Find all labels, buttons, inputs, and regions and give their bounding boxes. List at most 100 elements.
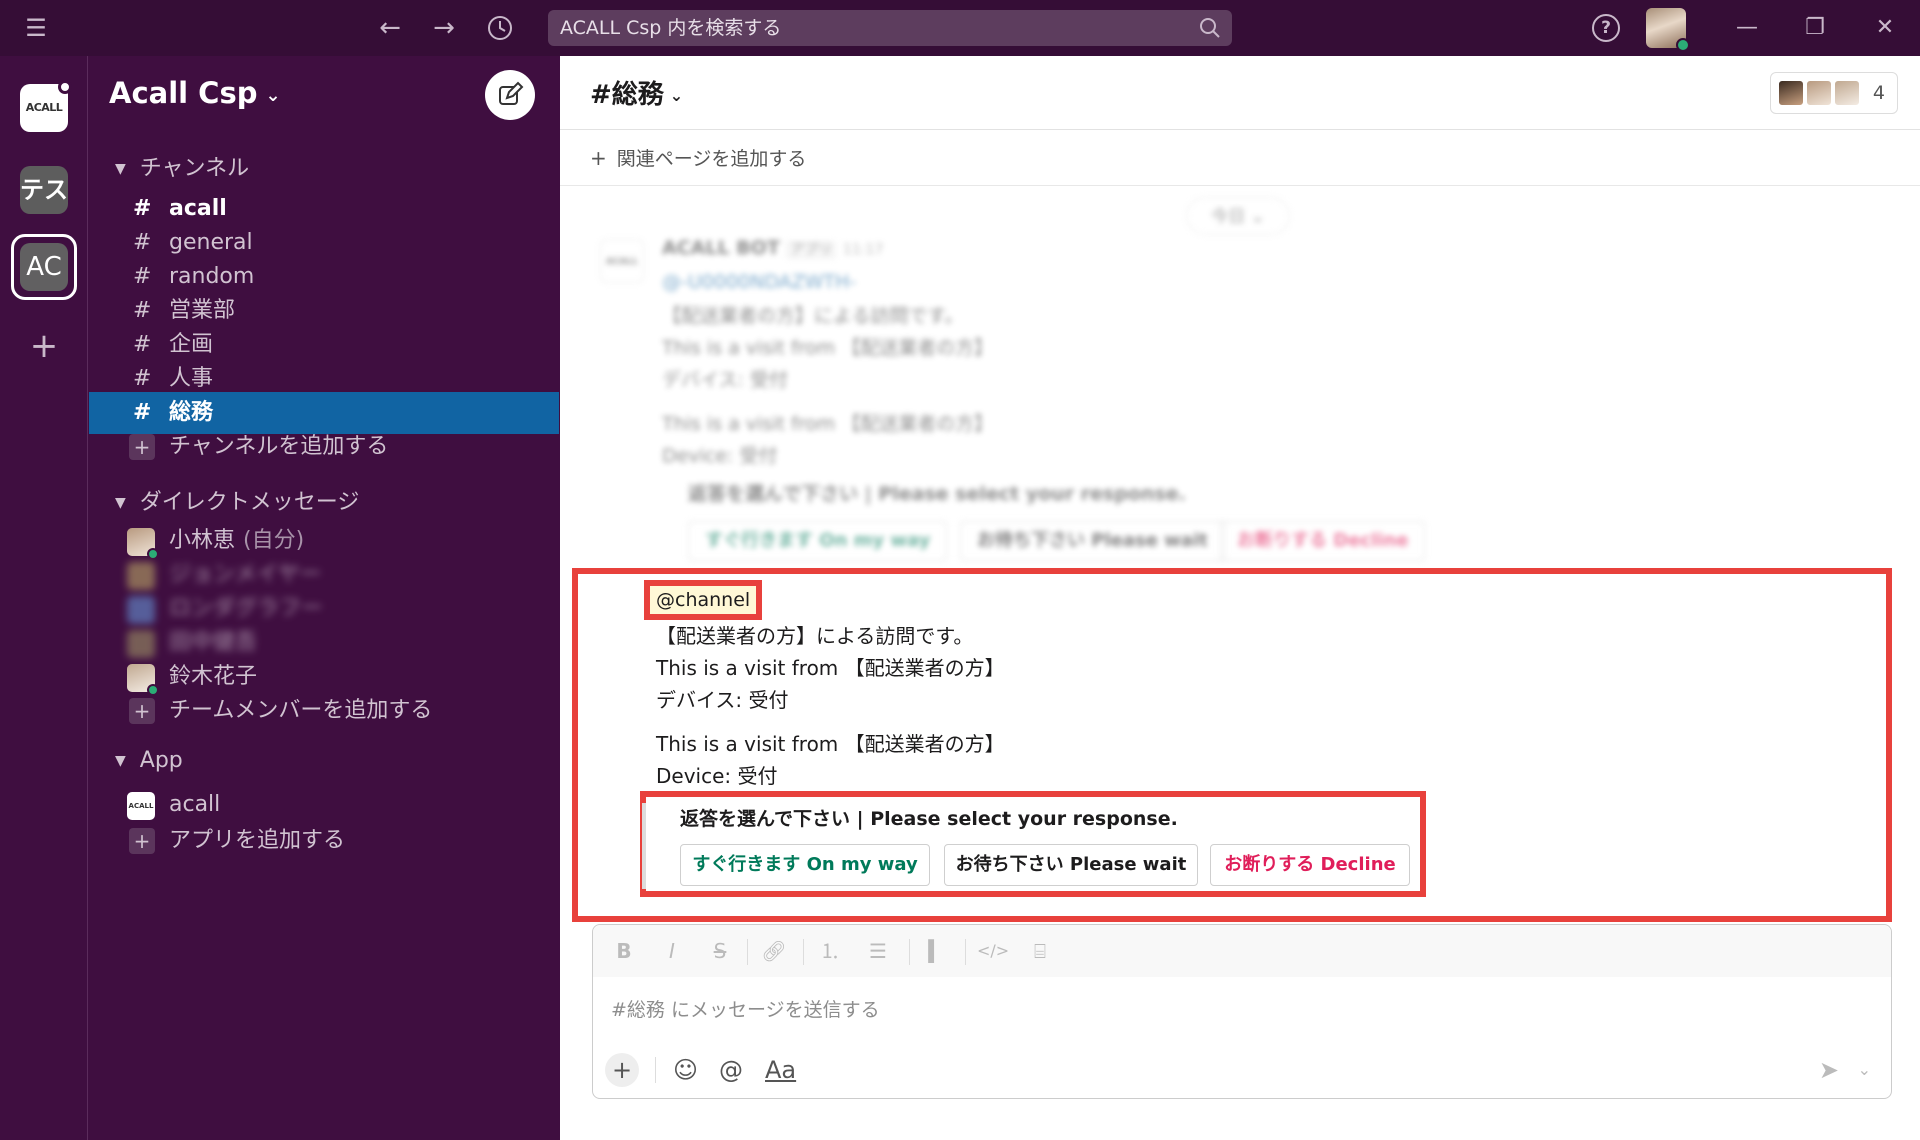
app-header: App [139, 748, 183, 773]
chevron-down-icon[interactable]: ⌄ [1858, 1051, 1871, 1089]
toolbar-divider [803, 939, 804, 965]
please-wait-button[interactable]: お待ち下さい Please wait [944, 844, 1198, 886]
attachment-title: 返答を選んで下さい | Please select your response. [680, 808, 1178, 830]
bookmarks-bar: + 関連ページを追加する [560, 130, 1920, 186]
blockquote-icon[interactable]: ▍ [921, 925, 951, 977]
chevron-down-icon: ⌄ [265, 84, 281, 106]
workspace-test[interactable]: テス [20, 166, 68, 214]
history-on-my-way-button[interactable]: すぐ行きます On my way [688, 521, 948, 561]
dm-header: ダイレクトメッセージ [139, 490, 360, 515]
presence-dot [1676, 38, 1690, 52]
avatar [1777, 79, 1805, 107]
bold-button[interactable]: B [609, 925, 639, 977]
avatar [127, 528, 159, 560]
decline-button[interactable]: お断りする Decline [1210, 844, 1410, 886]
avatar [1805, 79, 1833, 107]
workspace-ac[interactable]: AC [20, 243, 68, 291]
members-button[interactable]: 4 [1770, 72, 1898, 114]
channels-section-toggle[interactable]: ▼ チャンネル [115, 150, 249, 182]
mention-button[interactable]: @ [719, 1051, 743, 1089]
help-icon[interactable]: ? [1592, 14, 1620, 42]
toolbar-divider [965, 939, 966, 965]
member-count: 4 [1872, 82, 1885, 104]
avatar [127, 664, 159, 696]
message-input[interactable]: #総務 にメッセージを送信する [611, 995, 880, 1022]
bot-name: ACALL BOT [662, 237, 780, 259]
back-arrow-icon[interactable]: ← [372, 0, 408, 56]
add-app-label: アプリを追加する [169, 828, 346, 853]
code-block-icon[interactable]: ⌸ [1025, 925, 1055, 977]
date-divider[interactable]: 今日 ⌄ [1186, 197, 1290, 235]
add-app-button[interactable]: + アプリを追加する [89, 820, 559, 862]
history-prompt: 返答を選んで下さい | Please select your response. [688, 483, 1186, 505]
add-member-label: チームメンバーを追加する [169, 698, 433, 723]
channel-mention[interactable]: @channel [644, 580, 763, 620]
italic-button[interactable]: I [657, 925, 687, 977]
message-line: This is a visit from 【配送業者の方】 [656, 732, 1005, 756]
workspace-acall[interactable]: ACALL [20, 80, 72, 132]
caret-down-icon: ▼ [115, 495, 126, 511]
compose-button[interactable] [485, 70, 535, 120]
menu-icon[interactable]: ☰ [18, 0, 54, 56]
workspace-rail: ACALL テス AC + [0, 56, 88, 1140]
emoji-icon[interactable]: ☺ [673, 1051, 698, 1089]
history-line: Device: 受付 [662, 445, 778, 467]
team-name: Acall Csp [109, 76, 258, 110]
message-line: デバイス: 受付 [656, 688, 789, 712]
plus-icon: + [129, 698, 155, 724]
ordered-list-icon[interactable]: ⒈ [815, 925, 845, 977]
add-bookmark-button[interactable]: + 関連ページを追加する [590, 130, 806, 187]
send-icon[interactable]: ➤ [1819, 1051, 1839, 1089]
timestamp: 11:17 [843, 242, 884, 258]
caret-down-icon: ▼ [115, 161, 126, 177]
blurred-history: 今日 ⌄ ACALL ACALL BOT アプリ 11:17 @-U0000ND… [560, 187, 1920, 567]
history-icon[interactable] [480, 0, 520, 62]
add-channel-label: チャンネルを追加する [169, 434, 389, 459]
dm-self-suffix: (自分) [243, 528, 305, 553]
toolbar-divider [747, 939, 748, 965]
acall-app-icon: ACALL [127, 792, 155, 820]
add-member-button[interactable]: + チームメンバーを追加する [89, 690, 559, 732]
channel-header: #総務 ⌄ 4 [560, 56, 1920, 130]
channel-title-button[interactable]: #総務 ⌄ [590, 74, 683, 111]
search-input[interactable]: ACALL Csp 内を検索する [548, 10, 1232, 46]
bullet-list-icon[interactable]: ☰ [863, 925, 893, 977]
avatar [1833, 79, 1861, 107]
on-my-way-button[interactable]: すぐ行きます On my way [680, 844, 930, 886]
minimize-icon[interactable]: — [1722, 0, 1772, 56]
format-toolbar: B I S 🔗︎ ⒈ ☰ ▍ </> ⌸ [593, 925, 1891, 977]
close-icon[interactable]: ✕ [1860, 0, 1910, 56]
search-placeholder: ACALL Csp 内を検索する [560, 17, 782, 39]
attachment-bar [642, 803, 646, 889]
history-line: デバイス: 受付 [662, 369, 788, 391]
date-label: 今日 [1211, 207, 1246, 227]
forward-arrow-icon[interactable]: → [426, 0, 462, 56]
link-icon[interactable]: 🔗︎ [759, 925, 789, 977]
plus-icon: + [129, 828, 155, 854]
restore-icon[interactable]: ❐ [1790, 0, 1840, 56]
user-avatar[interactable] [1646, 8, 1690, 52]
app-section-toggle[interactable]: ▼ App [115, 748, 183, 773]
history-line: 【配送業者の方】による訪問です。 [662, 305, 964, 327]
channels-header: チャンネル [139, 156, 250, 181]
add-channel-button[interactable]: + チャンネルを追加する [89, 426, 559, 468]
caret-down-icon: ▼ [115, 753, 126, 769]
plus-icon: + [590, 146, 607, 170]
bot-sender: ACALL BOT アプリ 11:17 [662, 237, 883, 259]
history-decline-button[interactable]: お断りする Decline [1220, 521, 1426, 561]
team-name-button[interactable]: Acall Csp ⌄ [109, 76, 281, 110]
compose-icon [499, 81, 524, 105]
strikethrough-button[interactable]: S [705, 925, 735, 977]
bot-avatar: ACALL [600, 239, 644, 283]
history-line: @-U0000NDAZWTH- [662, 271, 857, 293]
plus-icon: + [129, 434, 155, 460]
message-composer: B I S 🔗︎ ⒈ ☰ ▍ </> ⌸ #総務 にメッセージを送信する + ☺… [592, 924, 1892, 1099]
dm-section-toggle[interactable]: ▼ ダイレクトメッセージ [115, 484, 359, 516]
history-line: This is a visit from 【配送業者の方】 [662, 413, 994, 435]
add-workspace-icon[interactable]: + [20, 322, 68, 370]
attach-plus-button[interactable]: + [605, 1053, 639, 1087]
title-bar: ☰ ← → ACALL Csp 内を検索する ? — ❐ ✕ [0, 0, 1920, 56]
text-format-button[interactable]: Aa [765, 1051, 796, 1089]
code-icon[interactable]: </> [977, 925, 1009, 977]
history-please-wait-button[interactable]: お待ち下さい Please wait [960, 521, 1225, 561]
